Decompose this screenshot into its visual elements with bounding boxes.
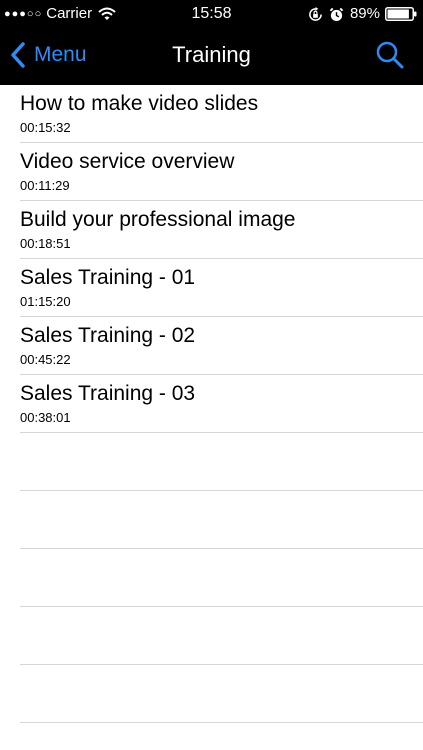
status-right: 89%	[308, 5, 417, 23]
navigation-bar: Menu Training	[0, 28, 423, 85]
empty-row	[20, 665, 423, 723]
chevron-left-icon	[11, 42, 25, 68]
empty-row	[20, 549, 423, 607]
training-list: How to make video slides 00:15:32 Video …	[0, 85, 423, 723]
back-button[interactable]: Menu	[10, 40, 87, 70]
item-duration: 00:15:32	[20, 120, 71, 135]
status-bar: ●●●○○ Carrier 15:58 89%	[0, 0, 423, 28]
item-title: Video service overview	[20, 150, 235, 173]
empty-row	[20, 433, 423, 491]
empty-row	[20, 491, 423, 549]
battery-percent: 89%	[349, 5, 380, 22]
screen: ●●●○○ Carrier 15:58 89% Menu Training Ho…	[0, 0, 423, 750]
alarm-icon	[329, 7, 344, 21]
back-button-label: Menu	[34, 43, 87, 66]
item-title: Build your professional image	[20, 208, 296, 231]
item-title: Sales Training - 03	[20, 382, 196, 405]
item-title: How to make video slides	[20, 92, 259, 115]
list-item[interactable]: Sales Training - 01 01:15:20	[20, 259, 423, 317]
top-bar: ●●●○○ Carrier 15:58 89% Menu Training	[0, 0, 423, 85]
list-item[interactable]: Video service overview 00:11:29	[20, 143, 423, 201]
item-title: Sales Training - 01	[20, 266, 196, 289]
list-item[interactable]: Sales Training - 03 00:38:01	[20, 375, 423, 433]
rotation-lock-icon	[309, 6, 322, 21]
item-duration: 00:38:01	[20, 410, 71, 425]
battery-icon	[385, 7, 417, 21]
search-icon	[376, 41, 404, 69]
list-item[interactable]: How to make video slides 00:15:32	[20, 85, 423, 143]
search-button[interactable]	[375, 40, 405, 70]
item-duration: 00:45:22	[20, 352, 71, 367]
empty-row	[20, 607, 423, 665]
item-title: Sales Training - 02	[20, 324, 196, 347]
item-duration: 01:15:20	[20, 294, 71, 309]
item-duration: 00:11:29	[20, 178, 70, 193]
list-item[interactable]: Sales Training - 02 00:45:22	[20, 317, 423, 375]
item-duration: 00:18:51	[20, 236, 71, 251]
list-item[interactable]: Build your professional image 00:18:51	[20, 201, 423, 259]
